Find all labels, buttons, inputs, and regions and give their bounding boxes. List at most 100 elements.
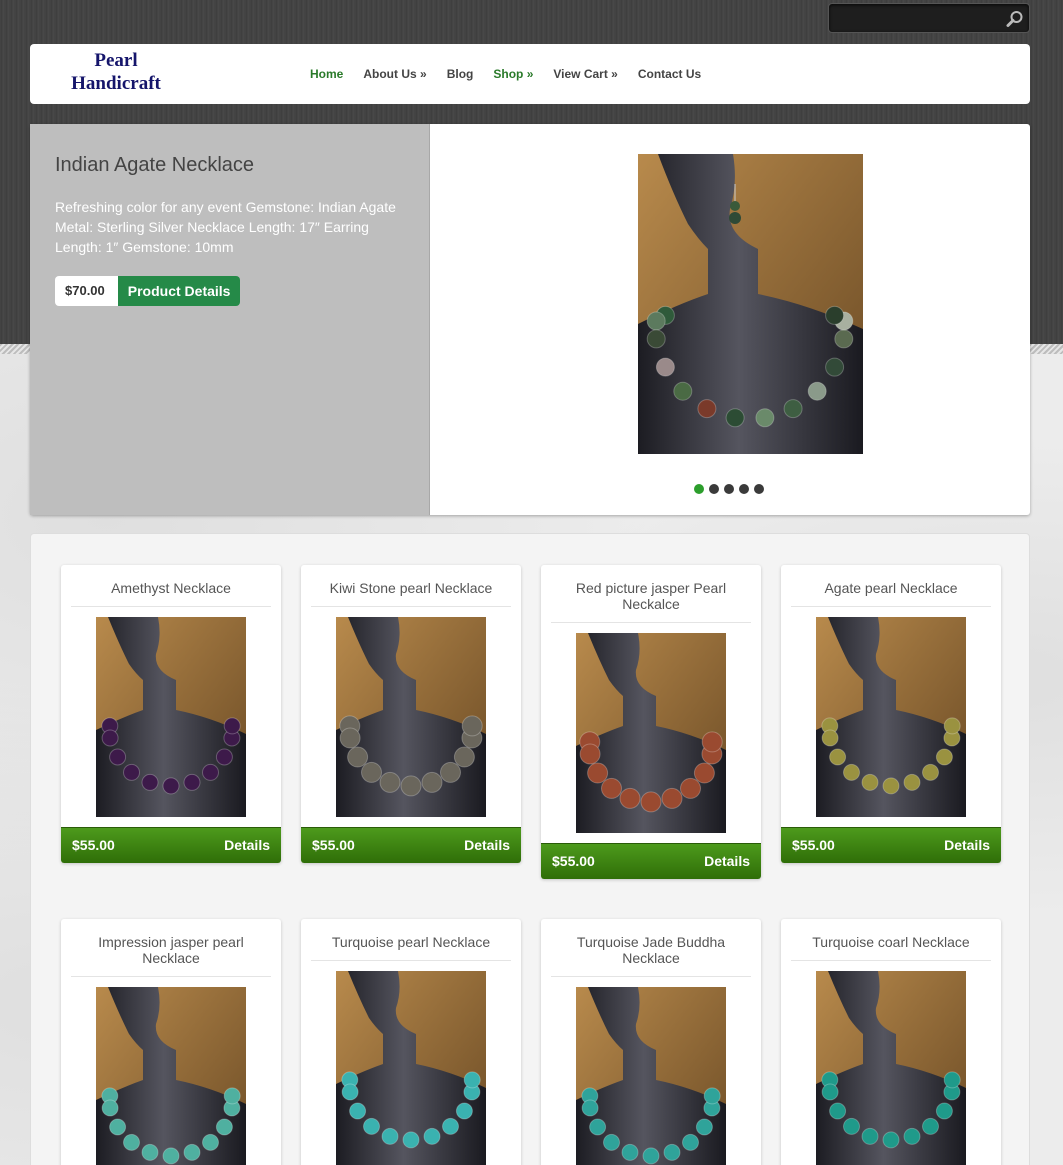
necklace-bead	[903, 773, 921, 791]
nav-contact-us[interactable]: Contact Us	[638, 67, 701, 81]
necklace-bead	[423, 1127, 441, 1145]
necklace-bead	[922, 763, 939, 781]
necklace-bead	[123, 1133, 140, 1151]
necklace-bead	[109, 1118, 127, 1136]
necklace-bead	[379, 771, 401, 793]
product-image[interactable]	[336, 617, 486, 817]
necklace-bead	[882, 1131, 900, 1149]
product-title[interactable]: Turquoise Jade Buddha Necklace	[551, 919, 751, 977]
necklace-bead	[109, 748, 127, 766]
slider-dot[interactable]	[694, 484, 704, 494]
necklace-bead	[661, 787, 683, 809]
necklace-bead	[725, 408, 745, 428]
necklace-bead	[453, 746, 475, 768]
product-title[interactable]: Amethyst Necklace	[71, 565, 271, 607]
product-price: $55.00	[552, 853, 595, 869]
product-card[interactable]: Impression jasper pearl Necklace	[61, 919, 281, 1165]
necklace-bead	[455, 1102, 473, 1120]
product-card[interactable]: Turquoise coarl Necklace	[781, 919, 1001, 1165]
product-image[interactable]	[336, 971, 486, 1165]
product-details-link[interactable]: Details	[704, 853, 750, 869]
product-title[interactable]: Red picture jasper Pearl Neckalce	[551, 565, 751, 623]
product-image[interactable]	[576, 987, 726, 1165]
product-card[interactable]: Agate pearl Necklace $55.00 Details	[781, 565, 1001, 863]
necklace-bead	[646, 311, 666, 331]
necklace-bead	[349, 1102, 367, 1120]
necklace-bead	[861, 1127, 879, 1145]
featured-slider: Indian Agate Necklace Refreshing color f…	[30, 124, 1030, 515]
product-title[interactable]: Turquoise coarl Necklace	[791, 919, 991, 961]
necklace-bead	[882, 777, 900, 795]
necklace-bead	[215, 748, 233, 766]
necklace-bead	[655, 357, 675, 377]
necklace-bead	[680, 777, 701, 799]
product-card[interactable]: Turquoise pearl Necklace	[301, 919, 521, 1165]
product-title[interactable]: Agate pearl Necklace	[791, 565, 991, 607]
product-title[interactable]: Kiwi Stone pearl Necklace	[311, 565, 511, 607]
product-image[interactable]	[96, 987, 246, 1165]
nav-shop[interactable]: Shop »	[493, 67, 533, 81]
necklace-bead	[935, 1102, 953, 1120]
product-card[interactable]: Amethyst Necklace $55.00 Details	[61, 565, 281, 863]
necklace-bead	[943, 717, 961, 735]
necklace-bead	[183, 773, 201, 791]
nav-view-cart[interactable]: View Cart »	[553, 67, 617, 81]
necklace-bead	[843, 1117, 860, 1135]
featured-product-image[interactable]	[638, 154, 863, 454]
necklace-bead	[339, 727, 361, 749]
necklace-bead	[642, 1147, 660, 1165]
necklace-bead	[621, 1143, 639, 1161]
featured-price: $70.00	[55, 276, 118, 306]
slider-dot[interactable]	[739, 484, 749, 494]
product-image[interactable]	[816, 971, 966, 1165]
nav-home[interactable]: Home	[310, 67, 343, 81]
product-details-link[interactable]: Details	[224, 837, 270, 853]
necklace-bead	[463, 1071, 481, 1089]
search-icon[interactable]	[1005, 9, 1025, 29]
nav-about-us[interactable]: About Us »	[363, 67, 426, 81]
necklace-bead	[693, 762, 715, 784]
necklace-bead	[903, 1127, 921, 1145]
necklace-bead	[183, 1143, 201, 1161]
product-price: $55.00	[312, 837, 355, 853]
product-title[interactable]: Impression jasper pearl Necklace	[71, 919, 271, 977]
search-box[interactable]	[828, 3, 1030, 33]
necklace-bead	[440, 761, 461, 783]
product-card[interactable]: Kiwi Stone pearl Necklace $55.00 Details	[301, 565, 521, 863]
featured-info-panel: Indian Agate Necklace Refreshing color f…	[30, 124, 430, 515]
necklace-bead	[834, 329, 854, 349]
product-price: $55.00	[792, 837, 835, 853]
product-price-bar: $55.00 Details	[61, 827, 281, 863]
necklace-bead	[363, 1117, 380, 1135]
product-price: $55.00	[72, 837, 115, 853]
product-details-link[interactable]: Details	[464, 837, 510, 853]
product-title[interactable]: Turquoise pearl Necklace	[311, 919, 511, 961]
necklace-bead	[601, 777, 622, 799]
necklace-bead	[829, 748, 847, 766]
necklace-bead	[202, 763, 219, 781]
necklace-bead	[829, 1102, 847, 1120]
necklace-bead	[400, 775, 422, 797]
slider-dot[interactable]	[724, 484, 734, 494]
search-input[interactable]	[835, 8, 995, 28]
necklace-bead	[141, 773, 159, 791]
site-logo[interactable]: Pearl Handicraft	[56, 49, 176, 95]
necklace-bead	[381, 1127, 399, 1145]
product-details-button[interactable]: Product Details	[117, 276, 241, 306]
necklace-bead	[825, 305, 845, 325]
slider-dot[interactable]	[709, 484, 719, 494]
nav-blog[interactable]: Blog	[447, 67, 474, 81]
necklace-bead	[663, 1143, 681, 1161]
necklace-bead	[673, 381, 693, 401]
product-image[interactable]	[816, 617, 966, 817]
product-price-bar: $55.00 Details	[781, 827, 1001, 863]
featured-price-box: $70.00 Product Details	[55, 276, 241, 306]
product-card[interactable]: Turquoise Jade Buddha Necklace	[541, 919, 761, 1165]
product-card[interactable]: Red picture jasper Pearl Neckalce $55.00 D…	[541, 565, 761, 879]
product-image[interactable]	[96, 617, 246, 817]
necklace-bead	[695, 1118, 713, 1136]
product-image[interactable]	[576, 633, 726, 833]
slider-dot[interactable]	[754, 484, 764, 494]
product-details-link[interactable]: Details	[944, 837, 990, 853]
necklace-bead	[421, 771, 443, 793]
